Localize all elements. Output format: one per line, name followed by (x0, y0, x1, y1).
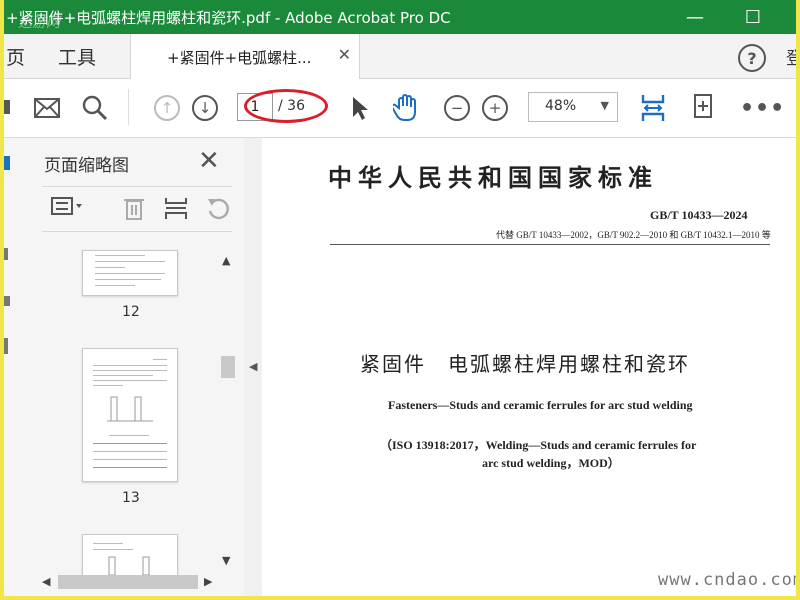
iso-reference-line1: （ISO 13918:2017，Welding—Studs and cerami… (380, 438, 697, 452)
window-title: +紧固件+电弧螺柱焊用螺柱和瓷环.pdf - Adobe Acrobat Pro… (6, 9, 451, 27)
next-page-icon[interactable]: ↓ (192, 95, 218, 121)
collapse-arrow-icon[interactable]: ◀ (249, 360, 257, 373)
zoom-select[interactable]: 48% ▼ (528, 92, 618, 122)
maximize-icon: ☐ (744, 6, 762, 28)
search-icon[interactable] (82, 95, 108, 121)
signin-button[interactable]: 登 (786, 44, 796, 69)
delete-page-icon[interactable] (122, 195, 146, 226)
prev-page-icon[interactable]: ↑ (154, 95, 180, 121)
panel-title: 页面缩略图 (44, 156, 129, 176)
chevron-down-icon: ▼ (600, 99, 609, 112)
site-watermark: www.cndao.com (658, 570, 796, 590)
tab-document[interactable]: +紧固件+电弧螺柱... ✕ (130, 34, 360, 79)
options-menu-icon[interactable] (50, 195, 84, 222)
page-thumbnails-panel: 页面缩略图 ✕ 12 13 ▲ ▼ ◀ ▶ (22, 138, 245, 596)
scroll-right-icon[interactable]: ▶ (204, 575, 212, 588)
scroll-left-icon[interactable]: ◀ (42, 575, 50, 588)
minimize-icon: — (686, 6, 704, 28)
thumbnail-scrollbar[interactable]: ▲ ▼ (218, 250, 236, 568)
standard-number: GB/T 10433—2024 (650, 208, 748, 222)
document-view[interactable]: 中华人民共和国国家标准 GB/T 10433—2024 代替 GB/T 1043… (262, 138, 796, 596)
scrollbar-thumb[interactable] (221, 356, 235, 378)
zoom-in-icon[interactable]: + (482, 95, 508, 121)
toolbar: ↑ ↓ 1 / 36 − + 48% ▼ ••• (4, 79, 796, 138)
extract-page-icon[interactable] (164, 195, 188, 226)
more-tools-icon[interactable]: ••• (740, 96, 785, 121)
title-bar: +紧固件+电弧螺柱焊用螺柱和瓷环.pdf - Adobe Acrobat Pro… (4, 0, 796, 34)
document-title-cn: 紧固件 电弧螺柱焊用螺柱和瓷环 (360, 352, 690, 376)
rotate-view-icon[interactable] (690, 92, 716, 122)
zoom-value: 48% (545, 98, 577, 114)
acrobat-window: +紧固件+电弧螺柱焊用螺柱和瓷环.pdf - Adobe Acrobat Pro… (4, 0, 796, 596)
thumbnail-hscrollbar[interactable]: ◀ ▶ (38, 572, 218, 592)
thumbnails-nav-icon (4, 156, 10, 170)
minimize-button[interactable]: — (680, 2, 710, 32)
mail-icon[interactable] (32, 96, 62, 120)
hscrollbar-thumb[interactable] (58, 575, 198, 589)
document-title-en: Fasteners—Studs and ceramic ferrules for… (388, 398, 693, 412)
zoom-out-icon[interactable]: − (444, 95, 470, 121)
rotate-page-icon[interactable] (206, 195, 230, 226)
page-thumbnail-12[interactable] (82, 250, 178, 296)
replaces-line: 代替 GB/T 10433—2002，GB/T 902.2—2010 和 GB/… (496, 230, 771, 240)
fit-page-icon[interactable] (640, 91, 666, 125)
document-tab-label: +紧固件+电弧螺柱... (167, 49, 312, 67)
red-annotation-circle (244, 89, 328, 123)
thumbnail-label: 12 (122, 304, 140, 320)
thumbnail-label: 13 (122, 490, 140, 506)
tab-tools[interactable]: 工具 (58, 43, 96, 70)
toolbar-divider (128, 89, 129, 125)
tab-home[interactable]: 页 (6, 43, 25, 70)
hand-tool-icon[interactable] (392, 92, 422, 122)
panel-collapse-strip[interactable]: ◀ (244, 138, 263, 596)
page-thumbnail-14[interactable] (82, 534, 178, 576)
panel-toolbar (42, 186, 232, 232)
close-tab-icon[interactable]: ✕ (338, 45, 351, 64)
standard-header: 中华人民共和国国家标准 (328, 163, 658, 192)
close-panel-icon[interactable]: ✕ (198, 146, 220, 176)
header-rule (330, 244, 770, 245)
watermark-logo: 迅游网 (18, 15, 60, 31)
maximize-button[interactable]: ☐ (738, 2, 768, 32)
scroll-up-icon[interactable]: ▲ (222, 254, 230, 267)
navigation-rail (4, 138, 23, 596)
tab-bar: 页 工具 +紧固件+电弧螺柱... ✕ ? 登 (4, 34, 796, 79)
iso-reference-line2: arc stud welding，MOD） (482, 456, 620, 470)
save-icon[interactable] (4, 96, 12, 118)
page-thumbnail-13[interactable] (82, 348, 178, 482)
select-cursor-icon[interactable] (350, 94, 370, 122)
scroll-down-icon[interactable]: ▼ (222, 554, 230, 567)
help-icon[interactable]: ? (738, 44, 766, 72)
